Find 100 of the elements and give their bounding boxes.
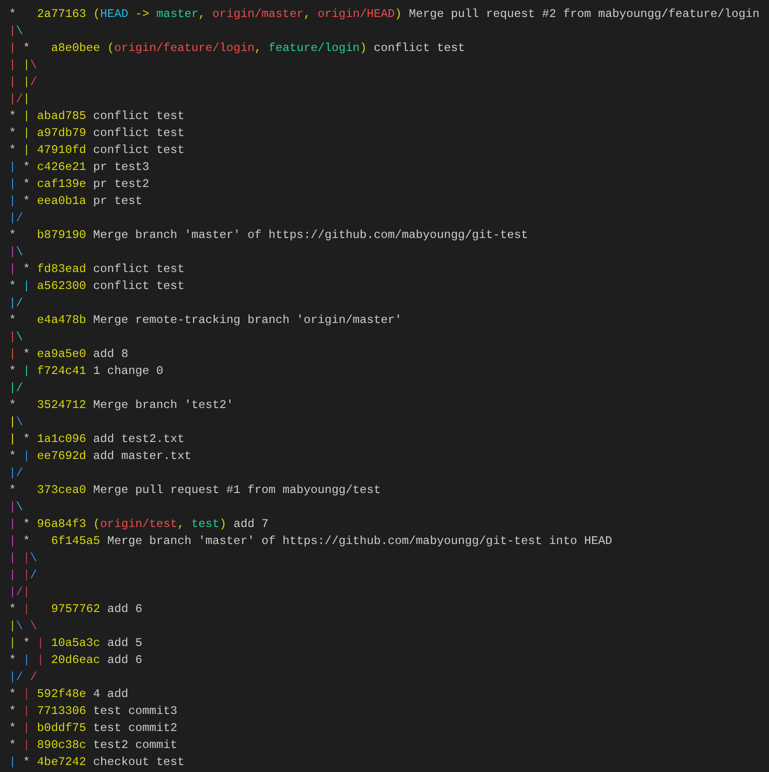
branch-line: | — [9, 635, 16, 652]
branch-line: | — [9, 159, 16, 176]
commit-hash: 373cea0 — [37, 482, 86, 499]
commit-message: 4 add — [93, 686, 128, 703]
commit-message: test commit2 — [93, 720, 178, 737]
commit-message: add 6 — [107, 652, 142, 669]
ref-label: feature/login — [268, 40, 360, 57]
ref-label: origin/test — [100, 516, 178, 533]
commit-marker: * — [9, 601, 16, 618]
branch-line: \ — [30, 550, 38, 567]
branch-line: | — [22, 686, 30, 703]
commit-hash: 7713306 — [37, 703, 86, 720]
commit-marker: * — [9, 686, 16, 703]
ref-label: master — [156, 6, 198, 23]
branch-line: | — [22, 363, 30, 380]
commit-marker: * — [22, 533, 32, 550]
commit-hash: 20d6eac — [51, 652, 100, 669]
commit-message: Merge pull request #1 from mabyoungg/test — [93, 482, 381, 499]
ref-punctuation: ) — [394, 6, 402, 23]
branch-line: | — [23, 584, 30, 601]
branch-line: | — [22, 720, 30, 737]
ref-punctuation: ( — [93, 6, 100, 23]
commit-hash: 890c38c — [37, 737, 86, 754]
commit-message: add test2.txt — [93, 431, 184, 448]
commit-hash: b879190 — [37, 227, 86, 244]
branch-line: | — [9, 261, 16, 278]
ref-label: origin/HEAD — [318, 6, 395, 23]
branch-line: \ — [16, 244, 24, 261]
commit-message: Merge branch 'master' of https://github.com/mabyoungg/git-test — [93, 227, 528, 244]
commit-hash: 2a77163 — [37, 6, 86, 23]
branch-line: | — [22, 125, 30, 142]
commit-hash: ee7692d — [37, 448, 86, 465]
commit-message: Merge pull request #2 from mabyoungg/feature/login — [408, 6, 760, 23]
commit-hash: c426e21 — [37, 159, 86, 176]
commit-message: conflict test — [93, 142, 184, 159]
branch-line: | — [9, 499, 16, 516]
commit-hash: a8e0bee — [51, 40, 100, 57]
commit-message: Merge branch 'test2' — [93, 397, 234, 414]
ref-label: HEAD — [100, 6, 128, 23]
commit-marker: * — [9, 397, 18, 414]
branch-line: \ — [30, 57, 38, 74]
branch-line: / — [30, 74, 38, 91]
branch-line: | — [22, 703, 30, 720]
branch-line: / — [16, 669, 24, 686]
branch-line: | — [22, 601, 32, 618]
branch-line: / — [16, 295, 24, 312]
commit-message: conflict test — [374, 40, 465, 57]
branch-line: | — [9, 550, 16, 567]
commit-marker: * — [9, 652, 16, 669]
branch-line: | — [9, 516, 16, 533]
branch-line: | — [9, 295, 16, 312]
branch-line: / — [16, 465, 24, 482]
branch-line: \ — [16, 23, 24, 40]
branch-line: | — [36, 635, 44, 652]
commit-hash: 9757762 — [51, 601, 100, 618]
commit-marker: * — [22, 516, 30, 533]
branch-line: | — [22, 142, 30, 159]
commit-hash: 96a84f3 — [37, 516, 86, 533]
branch-line: | — [9, 57, 16, 74]
ref-punctuation: , — [254, 40, 262, 57]
commit-marker: * — [22, 635, 30, 652]
branch-line: / — [16, 380, 24, 397]
branch-line: | — [22, 550, 30, 567]
branch-line: | — [9, 431, 16, 448]
branch-line: \ — [16, 499, 24, 516]
commit-marker: * — [22, 159, 30, 176]
commit-hash: 47910fd — [37, 142, 86, 159]
branch-line: | — [22, 652, 30, 669]
ref-label: origin/master — [212, 6, 304, 23]
branch-line: | — [22, 567, 30, 584]
commit-marker: * — [22, 261, 30, 278]
commit-message: pr test2 — [93, 176, 150, 193]
ref-punctuation: -> — [134, 6, 150, 23]
commit-marker: * — [9, 6, 18, 23]
commit-marker: * — [22, 176, 30, 193]
commit-marker: * — [9, 363, 16, 380]
commit-message: conflict test — [93, 261, 184, 278]
branch-line: | — [22, 448, 30, 465]
commit-hash: eea0b1a — [37, 193, 86, 210]
branch-line: | — [9, 210, 16, 227]
commit-marker: * — [9, 227, 18, 244]
branch-line: | — [22, 57, 30, 74]
commit-marker: * — [9, 737, 16, 754]
branch-line: / — [16, 91, 24, 108]
commit-marker: * — [22, 754, 30, 771]
ref-punctuation: , — [177, 516, 186, 533]
commit-message: test commit3 — [93, 703, 178, 720]
commit-marker: * — [9, 482, 18, 499]
ref-punctuation: , — [198, 6, 206, 23]
branch-line: | — [9, 584, 16, 601]
commit-message: add master.txt — [93, 448, 192, 465]
branch-line: | — [22, 74, 30, 91]
branch-line: | — [9, 91, 16, 108]
commit-hash: e4a478b — [37, 312, 86, 329]
branch-line: | — [9, 567, 16, 584]
commit-message: conflict test — [93, 108, 184, 125]
branch-line: | — [9, 244, 16, 261]
branch-line: / — [30, 567, 38, 584]
commit-hash: 10a5a3c — [51, 635, 100, 652]
ref-label: origin/feature/login — [114, 40, 254, 57]
